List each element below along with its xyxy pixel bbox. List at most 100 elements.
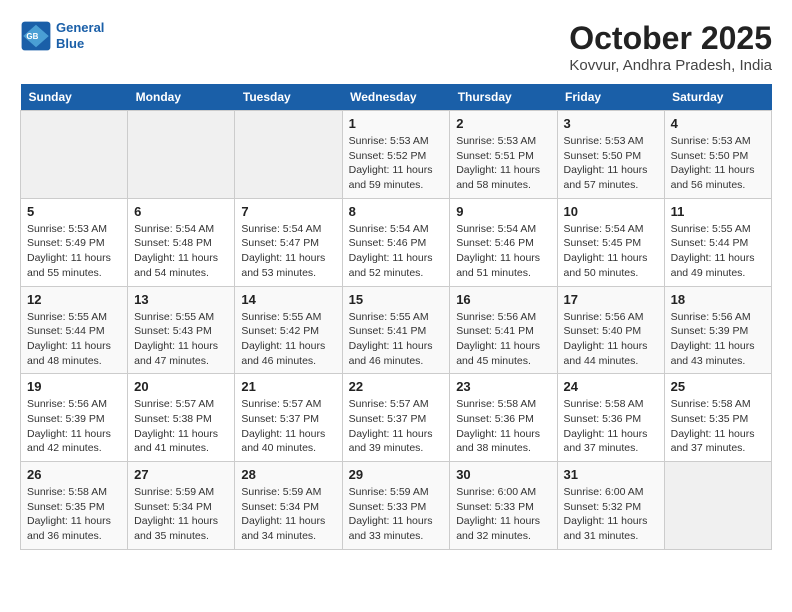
calendar-cell: 13 Sunrise: 5:55 AM Sunset: 5:43 PM Dayli… [128,286,235,374]
calendar-cell: 4 Sunrise: 5:53 AM Sunset: 5:50 PM Daylig… [664,111,771,199]
day-info: Sunrise: 6:00 AM Sunset: 5:32 PM Dayligh… [564,485,658,544]
calendar-cell: 1Sunrise: 5:53 AM Sunset: 5:52 PM Daylig… [342,111,450,199]
day-number: 6 [134,204,228,219]
day-number: 20 [134,379,228,394]
calendar-cell [21,111,128,199]
day-number: 19 [27,379,121,394]
day-info: Sunrise: 5:57 AM Sunset: 5:37 PM Dayligh… [349,397,444,456]
day-number: 7 [241,204,335,219]
calendar-cell: 6 Sunrise: 5:54 AM Sunset: 5:48 PM Daylig… [128,198,235,286]
page-header: GB General Blue October 2025 Kovvur, And… [20,20,772,74]
day-number: 11 [671,204,765,219]
svg-text:GB: GB [26,32,38,41]
calendar-cell: 12Sunrise: 5:55 AM Sunset: 5:44 PM Dayli… [21,286,128,374]
day-number: 31 [564,467,658,482]
calendar-cell: 14Sunrise: 5:55 AM Sunset: 5:42 PM Dayli… [235,286,342,374]
calendar-cell: 27 Sunrise: 5:59 AM Sunset: 5:34 PM Dayli… [128,462,235,550]
calendar-body: 1Sunrise: 5:53 AM Sunset: 5:52 PM Daylig… [21,111,772,550]
day-number: 26 [27,467,121,482]
calendar-cell: 11 Sunrise: 5:55 AM Sunset: 5:44 PM Dayli… [664,198,771,286]
calendar-cell: 26 Sunrise: 5:58 AM Sunset: 5:35 PM Dayli… [21,462,128,550]
day-info: Sunrise: 5:53 AM Sunset: 5:52 PM Dayligh… [349,134,444,193]
calendar-cell: 23Sunrise: 5:58 AM Sunset: 5:36 PM Dayli… [450,374,557,462]
weekday-header: Saturday [664,84,771,111]
day-info: Sunrise: 5:53 AM Sunset: 5:49 PM Dayligh… [27,222,121,281]
day-info: Sunrise: 6:00 AM Sunset: 5:33 PM Dayligh… [456,485,550,544]
calendar-cell: 16Sunrise: 5:56 AM Sunset: 5:41 PM Dayli… [450,286,557,374]
calendar-cell: 22 Sunrise: 5:57 AM Sunset: 5:37 PM Dayli… [342,374,450,462]
day-number: 4 [671,116,765,131]
logo-text: General Blue [56,20,104,51]
day-info: Sunrise: 5:58 AM Sunset: 5:35 PM Dayligh… [27,485,121,544]
calendar-table: SundayMondayTuesdayWednesdayThursdayFrid… [20,84,772,550]
day-number: 5 [27,204,121,219]
day-info: Sunrise: 5:54 AM Sunset: 5:48 PM Dayligh… [134,222,228,281]
day-info: Sunrise: 5:54 AM Sunset: 5:46 PM Dayligh… [349,222,444,281]
calendar-cell: 31 Sunrise: 6:00 AM Sunset: 5:32 PM Dayli… [557,462,664,550]
day-info: Sunrise: 5:53 AM Sunset: 5:50 PM Dayligh… [671,134,765,193]
day-number: 13 [134,292,228,307]
day-info: Sunrise: 5:59 AM Sunset: 5:34 PM Dayligh… [241,485,335,544]
calendar-cell: 9 Sunrise: 5:54 AM Sunset: 5:46 PM Daylig… [450,198,557,286]
day-number: 21 [241,379,335,394]
calendar-cell: 24Sunrise: 5:58 AM Sunset: 5:36 PM Dayli… [557,374,664,462]
day-info: Sunrise: 5:54 AM Sunset: 5:47 PM Dayligh… [241,222,335,281]
calendar-cell [128,111,235,199]
day-number: 17 [564,292,658,307]
day-number: 3 [564,116,658,131]
logo-icon: GB [20,20,52,52]
day-info: Sunrise: 5:56 AM Sunset: 5:41 PM Dayligh… [456,310,550,369]
month-title: October 2025 [569,20,772,57]
day-info: Sunrise: 5:54 AM Sunset: 5:45 PM Dayligh… [564,222,658,281]
day-info: Sunrise: 5:54 AM Sunset: 5:46 PM Dayligh… [456,222,550,281]
day-info: Sunrise: 5:55 AM Sunset: 5:44 PM Dayligh… [671,222,765,281]
calendar-cell: 17 Sunrise: 5:56 AM Sunset: 5:40 PM Dayli… [557,286,664,374]
day-number: 10 [564,204,658,219]
day-info: Sunrise: 5:59 AM Sunset: 5:34 PM Dayligh… [134,485,228,544]
calendar-cell: 5 Sunrise: 5:53 AM Sunset: 5:49 PM Daylig… [21,198,128,286]
calendar-cell: 30 Sunrise: 6:00 AM Sunset: 5:33 PM Dayli… [450,462,557,550]
weekday-header: Wednesday [342,84,450,111]
day-info: Sunrise: 5:57 AM Sunset: 5:37 PM Dayligh… [241,397,335,456]
calendar-cell: 10 Sunrise: 5:54 AM Sunset: 5:45 PM Dayli… [557,198,664,286]
day-info: Sunrise: 5:59 AM Sunset: 5:33 PM Dayligh… [349,485,444,544]
calendar-cell: 29 Sunrise: 5:59 AM Sunset: 5:33 PM Dayli… [342,462,450,550]
day-number: 28 [241,467,335,482]
day-info: Sunrise: 5:56 AM Sunset: 5:39 PM Dayligh… [27,397,121,456]
day-number: 30 [456,467,550,482]
calendar-cell: 15 Sunrise: 5:55 AM Sunset: 5:41 PM Dayli… [342,286,450,374]
calendar-header: SundayMondayTuesdayWednesdayThursdayFrid… [21,84,772,111]
day-info: Sunrise: 5:55 AM Sunset: 5:43 PM Dayligh… [134,310,228,369]
calendar-week-row: 12Sunrise: 5:55 AM Sunset: 5:44 PM Dayli… [21,286,772,374]
calendar-week-row: 1Sunrise: 5:53 AM Sunset: 5:52 PM Daylig… [21,111,772,199]
day-info: Sunrise: 5:55 AM Sunset: 5:42 PM Dayligh… [241,310,335,369]
day-number: 29 [349,467,444,482]
calendar-cell: 21 Sunrise: 5:57 AM Sunset: 5:37 PM Dayli… [235,374,342,462]
calendar-week-row: 5 Sunrise: 5:53 AM Sunset: 5:49 PM Daylig… [21,198,772,286]
day-info: Sunrise: 5:53 AM Sunset: 5:51 PM Dayligh… [456,134,550,193]
logo-line2: Blue [56,36,84,51]
calendar-cell [235,111,342,199]
day-number: 22 [349,379,444,394]
weekday-header: Friday [557,84,664,111]
calendar-week-row: 19 Sunrise: 5:56 AM Sunset: 5:39 PM Dayli… [21,374,772,462]
calendar-cell: 2Sunrise: 5:53 AM Sunset: 5:51 PM Daylig… [450,111,557,199]
calendar-cell: 8Sunrise: 5:54 AM Sunset: 5:46 PM Daylig… [342,198,450,286]
weekday-header: Tuesday [235,84,342,111]
calendar-cell: 7 Sunrise: 5:54 AM Sunset: 5:47 PM Daylig… [235,198,342,286]
day-info: Sunrise: 5:58 AM Sunset: 5:36 PM Dayligh… [564,397,658,456]
calendar-cell: 28 Sunrise: 5:59 AM Sunset: 5:34 PM Dayli… [235,462,342,550]
day-info: Sunrise: 5:55 AM Sunset: 5:44 PM Dayligh… [27,310,121,369]
day-number: 27 [134,467,228,482]
location: Kovvur, Andhra Pradesh, India [569,57,772,74]
day-info: Sunrise: 5:53 AM Sunset: 5:50 PM Dayligh… [564,134,658,193]
day-number: 9 [456,204,550,219]
day-info: Sunrise: 5:56 AM Sunset: 5:40 PM Dayligh… [564,310,658,369]
day-info: Sunrise: 5:55 AM Sunset: 5:41 PM Dayligh… [349,310,444,369]
calendar-cell: 3 Sunrise: 5:53 AM Sunset: 5:50 PM Daylig… [557,111,664,199]
day-number: 15 [349,292,444,307]
day-number: 23 [456,379,550,394]
title-block: October 2025 Kovvur, Andhra Pradesh, Ind… [569,20,772,74]
calendar-cell: 20Sunrise: 5:57 AM Sunset: 5:38 PM Dayli… [128,374,235,462]
calendar-cell: 19 Sunrise: 5:56 AM Sunset: 5:39 PM Dayli… [21,374,128,462]
